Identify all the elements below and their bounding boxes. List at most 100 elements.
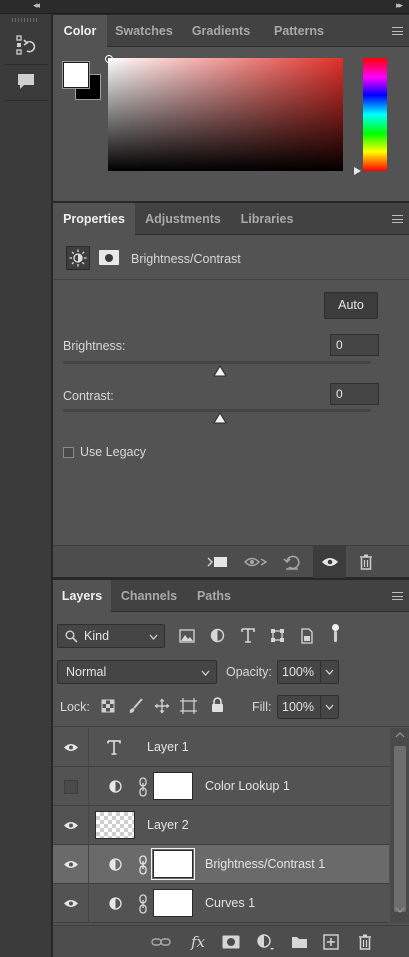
properties-panel: Properties Adjustments Libraries Brightn… (53, 203, 409, 578)
reset-adjustment-icon[interactable] (277, 546, 307, 578)
link-chain-icon[interactable] (138, 894, 148, 914)
layer-row-curves-1[interactable]: Curves 1 (53, 884, 389, 923)
link-chain-icon[interactable] (138, 777, 148, 797)
lock-transparent-pixels-icon[interactable] (101, 699, 115, 713)
visibility-eye-icon[interactable] (53, 806, 89, 845)
brightness-field[interactable]: 0 (330, 334, 379, 356)
color-picker-field[interactable] (108, 58, 343, 171)
tab-color[interactable]: Color (53, 15, 107, 48)
top-dock-bar: ◂◂ ▸▸ (0, 0, 409, 14)
add-layer-mask-icon[interactable] (219, 926, 243, 957)
brightness-slider-thumb[interactable] (213, 365, 227, 377)
panel-menu-icon[interactable] (392, 27, 403, 35)
new-group-folder-icon[interactable] (287, 926, 311, 957)
lock-image-pixels-icon[interactable] (128, 698, 144, 714)
color-panel-body (53, 48, 409, 201)
opacity-field[interactable]: 100% (277, 660, 339, 684)
visibility-eye-icon[interactable] (53, 728, 89, 767)
strip-grip[interactable] (12, 18, 38, 22)
filter-kind-dropdown[interactable]: Kind (57, 624, 165, 648)
brightness-adjustment-icon[interactable] (66, 246, 90, 270)
tab-patterns[interactable]: Patterns (261, 15, 337, 47)
layer-mask-thumbnail[interactable] (151, 848, 195, 880)
delete-layer-icon[interactable] (353, 926, 377, 957)
lock-artboard-icon[interactable] (180, 698, 197, 714)
layer-row-layer-2[interactable]: Layer 2 (53, 806, 389, 845)
brightness-slider[interactable] (63, 361, 371, 364)
blend-mode-dropdown[interactable]: Normal (57, 660, 217, 684)
link-layers-icon[interactable] (149, 926, 173, 957)
panel-menu-icon[interactable] (392, 592, 403, 600)
tab-properties[interactable]: Properties (53, 203, 135, 236)
layer-row-layer-1[interactable]: Layer 1 (53, 728, 389, 767)
view-previous-state-icon[interactable] (241, 546, 271, 578)
tab-channels[interactable]: Channels (111, 580, 187, 612)
visibility-eye-icon[interactable] (53, 884, 89, 923)
tab-gradients[interactable]: Gradients (181, 15, 261, 47)
collapse-right-icon[interactable]: ▸▸ (396, 0, 403, 11)
fill-value: 100% (282, 700, 314, 714)
mask-icon-hole (105, 253, 113, 262)
layer-mask-thumbnail[interactable] (153, 772, 193, 800)
filter-smart-objects-icon[interactable] (300, 628, 314, 644)
auto-button[interactable]: Auto (324, 292, 378, 319)
lock-position-icon[interactable] (154, 698, 170, 714)
filter-kind-value: Kind (84, 629, 110, 643)
layers-scrollbar-thumb[interactable] (394, 746, 406, 912)
opacity-dropdown-button[interactable] (320, 661, 338, 683)
tab-paths[interactable]: Paths (187, 580, 241, 612)
delete-adjustment-icon[interactable] (351, 546, 381, 578)
use-legacy-checkbox[interactable] (63, 447, 74, 458)
foreground-color-swatch[interactable] (62, 61, 90, 89)
filter-adjustment-layers-icon[interactable] (210, 628, 225, 643)
scroll-down-icon[interactable] (395, 907, 405, 913)
filter-toggle-switch[interactable] (331, 624, 339, 644)
tab-libraries[interactable]: Libraries (231, 203, 303, 235)
filter-toggle-track (334, 631, 337, 642)
history-icon[interactable] (0, 30, 52, 60)
add-layer-style-fx-icon[interactable]: fx (185, 926, 211, 957)
visibility-eye-icon[interactable] (53, 845, 89, 884)
contrast-field[interactable]: 0 (330, 383, 379, 405)
hue-slider[interactable] (363, 58, 387, 171)
tab-adjustments[interactable]: Adjustments (135, 203, 231, 235)
panel-menu-icon[interactable] (392, 215, 403, 223)
fill-dropdown-button[interactable] (320, 696, 338, 718)
chevron-down-icon (325, 669, 334, 675)
filter-pixel-layers-icon[interactable] (179, 629, 195, 643)
transparent-layer-thumbnail[interactable] (95, 811, 135, 839)
lock-all-icon[interactable] (211, 697, 224, 713)
tab-swatches[interactable]: Swatches (107, 15, 181, 47)
new-layer-icon[interactable] (319, 926, 343, 957)
layer-row-brightness-contrast-1[interactable]: Brightness/Contrast 1 (53, 845, 389, 884)
clip-to-layer-icon[interactable] (203, 546, 233, 578)
new-adjustment-layer-icon[interactable] (253, 926, 277, 957)
filter-type-layers-icon[interactable] (241, 628, 255, 643)
filter-shape-layers-icon[interactable] (270, 628, 285, 643)
tab-layers[interactable]: Layers (53, 580, 111, 613)
link-chain-icon[interactable] (138, 855, 148, 875)
layer-name: Brightness/Contrast 1 (205, 857, 326, 871)
visibility-toggle-empty[interactable] (53, 767, 89, 806)
lock-row: Lock: Fill: 100% (53, 694, 409, 720)
search-icon (65, 630, 78, 643)
mask-icon[interactable] (99, 250, 119, 265)
layers-panel-tabs: Layers Channels Paths (53, 580, 409, 613)
toggle-visibility-icon[interactable] (313, 546, 346, 578)
properties-panel-tabs: Properties Adjustments Libraries (53, 203, 409, 236)
layer-name: Curves 1 (205, 896, 256, 910)
text-layer-icon (107, 740, 121, 755)
adjustment-title: Brightness/Contrast (131, 252, 241, 266)
chevron-down-icon (149, 634, 158, 640)
layer-mask-thumbnail[interactable] (153, 889, 193, 917)
fill-field[interactable]: 100% (277, 695, 339, 719)
comments-icon[interactable] (0, 66, 52, 96)
layer-row-color-lookup-1[interactable]: Color Lookup 1 (53, 767, 389, 806)
scroll-up-icon[interactable] (395, 732, 405, 738)
collapse-left-icon[interactable]: ◂◂ (33, 0, 40, 11)
adjustment-layer-icon (109, 780, 122, 793)
hue-slider-handle[interactable] (354, 167, 361, 175)
picker-cursor[interactable] (105, 55, 113, 63)
contrast-slider-thumb[interactable] (213, 412, 227, 424)
strip-separator (4, 100, 48, 101)
